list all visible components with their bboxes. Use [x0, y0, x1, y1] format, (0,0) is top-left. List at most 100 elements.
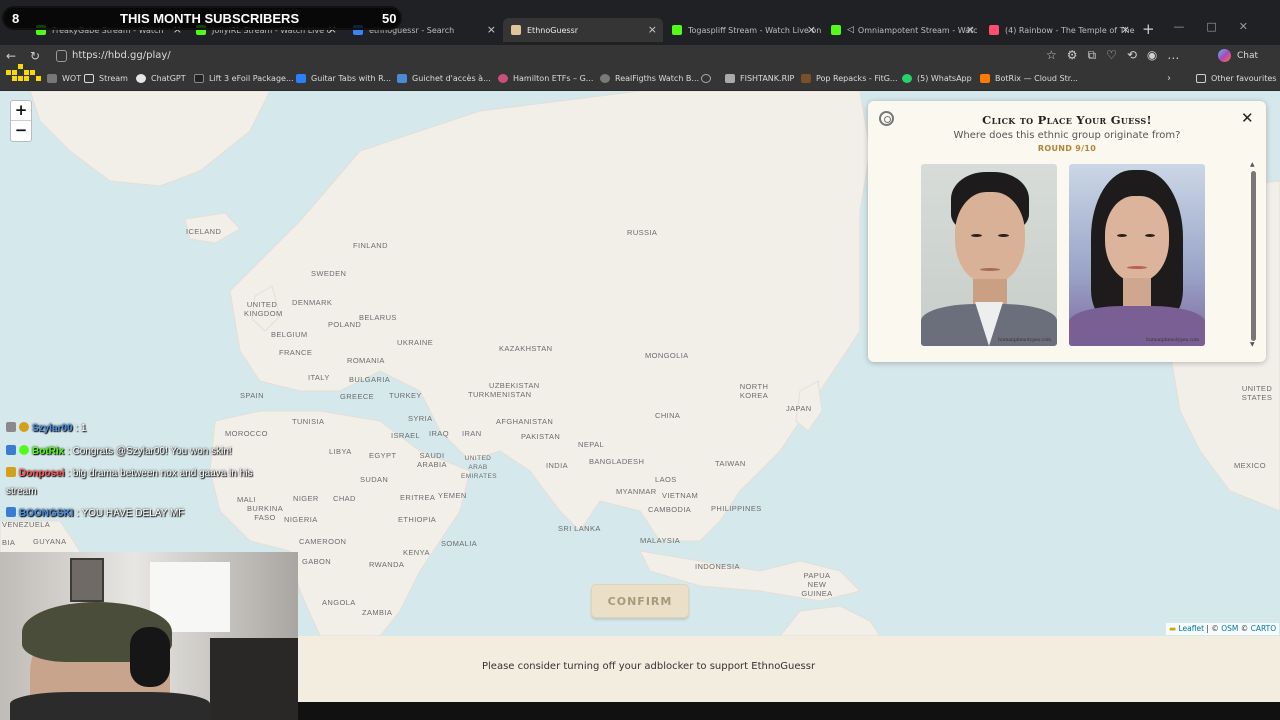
chevron-right-icon[interactable]: › — [1167, 73, 1171, 84]
bookmark-pop-repacks[interactable]: Pop Repacks - FitG... — [801, 74, 898, 83]
tab-omniampotent[interactable]: ◁ Omniampotent Stream - Watc × — [823, 18, 981, 42]
close-icon[interactable]: × — [1121, 23, 1130, 36]
map-label: TUNISIA — [292, 417, 325, 426]
map-label: SAUDI ARABIA — [417, 451, 447, 469]
refresh-icon[interactable]: ↻ — [30, 49, 40, 63]
bookmark-whatsapp[interactable]: (5) WhatsApp — [902, 74, 972, 83]
url-field[interactable]: https://hbd.gg/play/ — [72, 50, 171, 61]
tab-ethnoguessr[interactable]: EthnoGuessr × — [503, 18, 663, 42]
bookmark-lift[interactable]: Lift 3 eFoil Package... — [194, 74, 294, 83]
bookmark-botrix[interactable]: BotRix — Cloud Str... — [980, 74, 1078, 83]
map-label: ERITREA — [400, 493, 436, 502]
map-label: PHILIPPINES — [711, 504, 762, 513]
subs-current: 8 — [12, 11, 20, 26]
female-phenotype-image[interactable]: humanphenotypes.com — [1069, 164, 1205, 346]
scroll-down-icon[interactable]: ▼ — [1250, 341, 1255, 348]
osm-link[interactable]: OSM — [1221, 624, 1238, 633]
zoom-in-button[interactable]: + — [11, 101, 31, 121]
bookmark-label: Lift 3 eFoil Package... — [209, 74, 294, 83]
map-label: SPAIN — [240, 391, 264, 400]
muted-speaker-icon[interactable]: ◁ — [847, 25, 854, 35]
subs-title: THIS MONTH SUBSCRIBERS — [120, 11, 300, 26]
watermark: humanphenotypes.com — [1146, 338, 1199, 343]
map-label: GREECE — [340, 392, 375, 401]
tab-togaspliff[interactable]: Togaspliff Stream - Watch Live on × — [664, 18, 822, 42]
confirm-button[interactable]: CONFIRM — [591, 584, 689, 618]
map-label: ETHIOPIA — [398, 515, 437, 524]
map-label: KENYA — [403, 548, 430, 557]
close-icon[interactable]: × — [487, 23, 496, 36]
tab-label: Omniampotent Stream - Watc — [857, 25, 978, 35]
lock-icon[interactable] — [56, 50, 67, 62]
bookmark-label: ChatGPT — [151, 74, 186, 83]
map-label: MOROCCO — [225, 429, 268, 438]
map-label: MALAYSIA — [640, 536, 681, 545]
bookmark-realfigths[interactable]: RealFigths Watch B... — [600, 74, 699, 83]
bookmark-chatgpt[interactable]: ChatGPT — [136, 74, 186, 83]
map-label: NIGER — [293, 494, 319, 503]
bookmark-globe[interactable] — [701, 74, 716, 83]
wordpress-icon — [600, 74, 610, 83]
chat-message: BotRix : Congrats @Szylar00! You won ski… — [6, 445, 232, 457]
watermark: humanphenotypes.com — [998, 338, 1051, 343]
wall-picture — [70, 558, 104, 602]
chat-text: : big drama between nox and gaava in his — [67, 468, 253, 479]
zoom-out-button[interactable]: − — [11, 121, 31, 141]
bookmark-label: RealFigths Watch B... — [615, 74, 700, 83]
map-label: SOMALIA — [441, 539, 478, 548]
map-label: AFGHANISTAN — [496, 417, 554, 426]
subs-goal: 50 — [382, 11, 397, 26]
map-label: GUYANA — [33, 537, 67, 546]
chat-username: Szylar00 — [32, 423, 73, 434]
map-label: BANGLADESH — [589, 457, 645, 466]
map-label: BELARUS — [359, 313, 397, 322]
chat-message: Donposei : big drama between nox and gaa… — [6, 467, 252, 479]
attribution-separator: © — [1238, 624, 1251, 633]
bookmark-fishtank[interactable]: FISHTANK.RIP — [725, 74, 794, 83]
bookmark-stream[interactable]: Stream — [84, 74, 128, 83]
screen: FreakyGabe Stream - Watch × JollyIRL Str… — [0, 0, 1280, 720]
bookmark-label: Other favourites — [1211, 74, 1277, 83]
stream-logo — [4, 62, 44, 90]
map-label: ISRAEL — [391, 431, 421, 440]
carto-link[interactable]: CARTO — [1251, 624, 1277, 633]
map-label: MONGOLIA — [645, 351, 689, 360]
new-tab-button[interactable]: + — [1142, 20, 1155, 38]
chat-text: : 1 — [75, 423, 87, 434]
map-label: PAKISTAN — [521, 432, 561, 441]
back-icon[interactable]: ← — [6, 49, 16, 63]
bookmark-icon — [397, 74, 407, 83]
bookmark-other-favourites[interactable]: Other favourites — [1196, 74, 1276, 83]
map-label: SRI LANKA — [558, 524, 601, 533]
chat-text: stream — [6, 486, 37, 497]
close-icon[interactable]: × — [966, 23, 975, 36]
map-label: POLAND — [328, 320, 362, 329]
window-controls[interactable]: —□✕ — [1173, 20, 1270, 33]
map-label: BIA — [2, 538, 16, 547]
copilot-chat-button[interactable]: Chat — [1218, 49, 1258, 62]
folder-icon — [1196, 74, 1206, 83]
bookmark-guitar-tabs[interactable]: Guitar Tabs with R... — [296, 74, 391, 83]
close-icon[interactable]: × — [648, 23, 657, 36]
scroll-up-icon[interactable]: ▲ — [1250, 161, 1255, 168]
map-label: FINLAND — [353, 241, 388, 250]
bookmark-wot[interactable]: WOT — [47, 74, 81, 83]
map-label: CAMBODIA — [648, 505, 692, 514]
webcam-overlay — [0, 552, 298, 720]
toolbar-icons[interactable]: ☆⚙⧉♡⟲◉… — [1046, 48, 1189, 63]
bookmark-label: BotRix — Cloud Str... — [995, 74, 1078, 83]
male-phenotype-image[interactable]: humanphenotypes.com — [921, 164, 1057, 346]
map-label: INDIA — [546, 461, 569, 470]
leaflet-link[interactable]: Leaflet — [1178, 624, 1204, 633]
tab-rainbow[interactable]: (4) Rainbow - The Temple of The × — [981, 18, 1136, 42]
bookmark-guichet[interactable]: Guichet d'accès à... — [397, 74, 491, 83]
bookmark-label: Stream — [99, 74, 128, 83]
scroll-thumb[interactable] — [1251, 171, 1256, 341]
bookmark-hamilton[interactable]: Hamilton ETFs – G... — [498, 74, 593, 83]
map-label: CHINA — [655, 411, 681, 420]
browser-tab-bar: FreakyGabe Stream - Watch × JollyIRL Str… — [0, 0, 1280, 45]
bookmark-icon — [47, 74, 57, 83]
close-icon[interactable]: × — [807, 23, 816, 36]
chat-username: Donposei — [19, 468, 65, 479]
panel-scrollbar[interactable]: ▲ ▼ — [1250, 161, 1256, 351]
